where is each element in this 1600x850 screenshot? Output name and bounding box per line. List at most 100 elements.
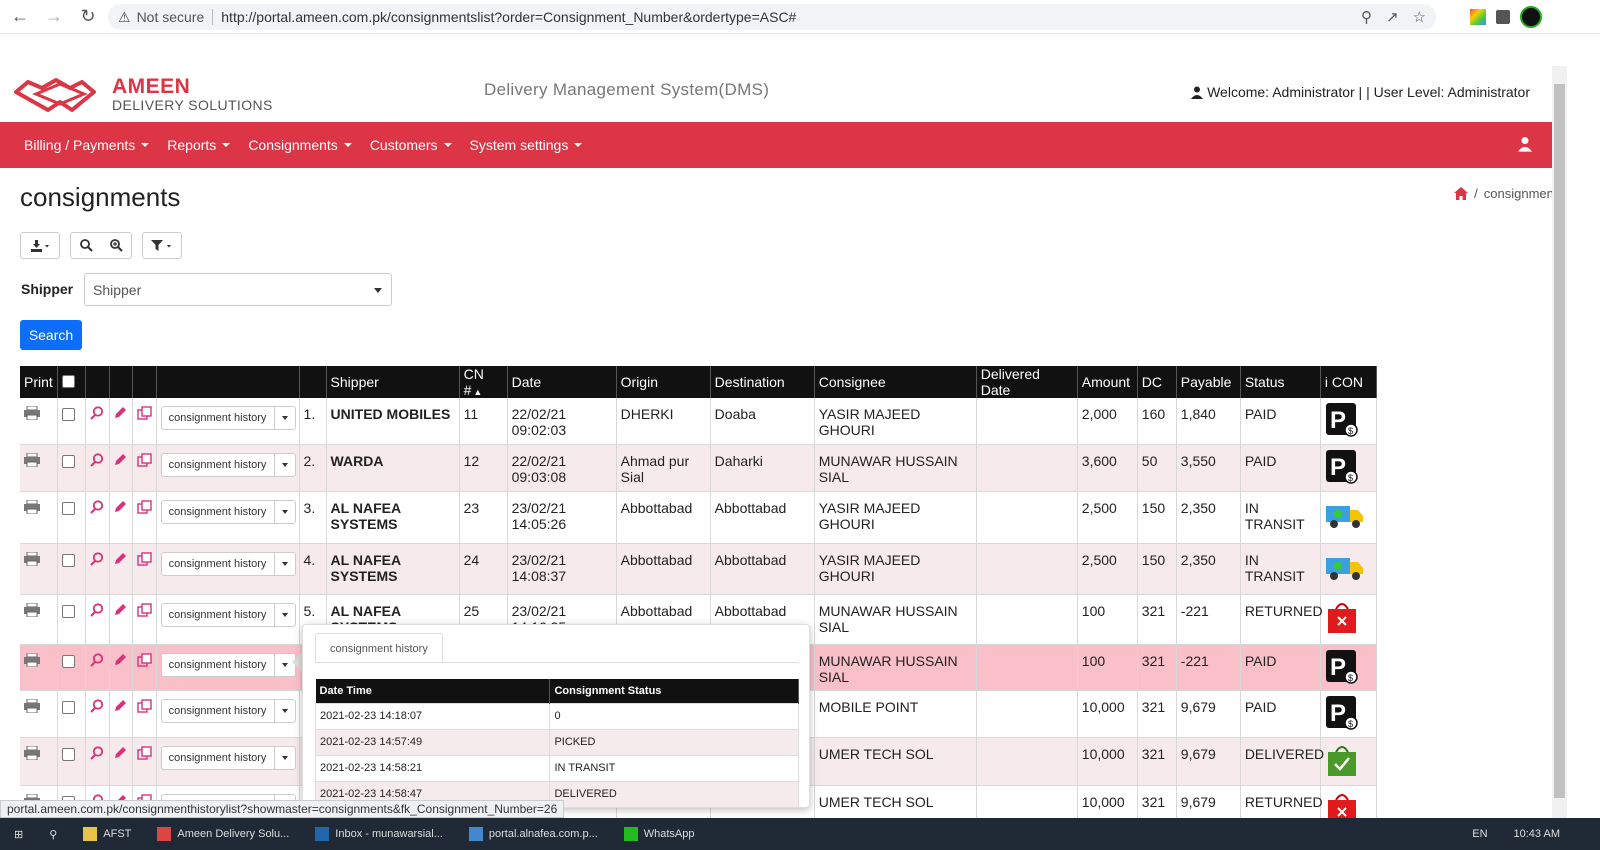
select-all-checkbox[interactable]	[61, 375, 75, 388]
view-magnifier-icon[interactable]	[89, 698, 104, 713]
printer-icon[interactable]	[24, 551, 40, 566]
printer-icon[interactable]	[24, 698, 40, 713]
edit-pencil-icon[interactable]	[114, 552, 127, 565]
advanced-search-button[interactable]	[101, 233, 131, 258]
col-delivered-date[interactable]: Delivered Date	[976, 366, 1078, 398]
copy-icon[interactable]	[136, 652, 152, 667]
puzzle-icon[interactable]	[1496, 10, 1510, 24]
shipper-select[interactable]: Shipper	[84, 273, 392, 306]
edit-pencil-icon[interactable]	[114, 653, 127, 666]
home-icon[interactable]	[1454, 187, 1469, 200]
col-consignee[interactable]: Consignee	[814, 366, 977, 398]
consignment-history-dropdown[interactable]: consignment history	[160, 452, 296, 477]
profile-avatar[interactable]	[1520, 6, 1542, 28]
consignment-history-dropdown[interactable]: consignment history	[160, 499, 296, 524]
edit-pencil-icon[interactable]	[114, 500, 127, 513]
scrollbar-thumb[interactable]	[1554, 84, 1565, 798]
row-checkbox[interactable]	[61, 654, 75, 668]
consignment-history-dropdown[interactable]: consignment history	[160, 652, 296, 677]
copy-icon[interactable]	[136, 499, 152, 514]
row-checkbox[interactable]	[61, 501, 75, 515]
consignee-link[interactable]: YASIR MAJEED GHOURI	[814, 398, 977, 445]
edit-pencil-icon[interactable]	[114, 453, 127, 466]
nav-system-settings[interactable]: System settings	[470, 137, 583, 153]
taskbar-item[interactable]: portal.alnafea.com.p...	[468, 827, 598, 841]
col-dc[interactable]: DC	[1137, 366, 1177, 398]
consignment-history-dropdown[interactable]: consignment history	[160, 602, 296, 627]
col-amount[interactable]: Amount	[1077, 366, 1138, 398]
nav-consignments[interactable]: Consignments	[248, 137, 352, 153]
printer-icon[interactable]	[24, 745, 40, 760]
taskbar-item[interactable]: Inbox - munawarsial...	[315, 827, 443, 841]
col-cn[interactable]: CN # ▲	[459, 366, 508, 398]
view-magnifier-icon[interactable]	[89, 452, 104, 467]
consignee-link[interactable]: YASIR MAJEED GHOURI	[814, 491, 977, 544]
consignee-link[interactable]: MUNAWAR HUSSAIN SIAL	[814, 644, 977, 691]
logo[interactable]: AMEEN DELIVERY SOLUTIONS	[12, 74, 273, 114]
row-checkbox[interactable]	[61, 747, 75, 761]
col-shipper[interactable]: Shipper	[326, 366, 460, 398]
row-checkbox[interactable]	[61, 700, 75, 714]
reload-icon[interactable]: ↻	[74, 3, 102, 31]
view-magnifier-icon[interactable]	[89, 406, 104, 420]
export-button[interactable]	[21, 233, 59, 258]
edit-pencil-icon[interactable]	[114, 746, 127, 759]
language-indicator[interactable]: EN	[1472, 828, 1487, 840]
back-icon[interactable]: ←	[6, 3, 34, 31]
nav-billing-payments[interactable]: Billing / Payments	[24, 137, 150, 153]
copy-icon[interactable]	[136, 406, 152, 420]
nav-reports[interactable]: Reports	[167, 137, 231, 153]
search-toggle-button[interactable]	[71, 233, 101, 258]
consignment-history-dropdown[interactable]: consignment history	[160, 698, 296, 723]
edit-pencil-icon[interactable]	[114, 406, 127, 419]
view-magnifier-icon[interactable]	[89, 551, 104, 566]
consignment-history-dropdown[interactable]: consignment history	[160, 406, 296, 430]
consignment-history-dropdown[interactable]: consignment history	[160, 745, 296, 770]
forward-icon[interactable]: →	[40, 3, 68, 31]
share-icon[interactable]: ↗	[1386, 8, 1399, 26]
printer-icon[interactable]	[24, 652, 40, 667]
copy-icon[interactable]	[136, 551, 152, 566]
consignee-link[interactable]: MOBILE POINT	[814, 690, 977, 738]
taskbar-item[interactable]: WhatsApp	[623, 827, 695, 841]
consignment-history-dropdown[interactable]: consignment history	[160, 551, 296, 576]
clock[interactable]: 10:43 AM	[1514, 828, 1560, 840]
url-text[interactable]: http://portal.ameen.com.pk/consignmentsl…	[221, 9, 796, 25]
view-magnifier-icon[interactable]	[89, 652, 104, 667]
row-checkbox[interactable]	[61, 454, 75, 468]
copy-icon[interactable]	[136, 698, 152, 713]
extension-icon[interactable]	[1470, 9, 1486, 25]
edit-pencil-icon[interactable]	[114, 603, 127, 616]
windows-start-icon[interactable]: ⊞	[14, 828, 23, 841]
view-magnifier-icon[interactable]	[89, 499, 104, 514]
col-date[interactable]: Date	[507, 366, 617, 398]
popup-tab-history[interactable]: consignment history	[315, 633, 443, 663]
row-checkbox[interactable]	[61, 408, 75, 421]
taskbar-search-icon[interactable]: ⚲	[49, 828, 57, 841]
col-destination[interactable]: Destination	[710, 366, 815, 398]
filter-button[interactable]	[143, 233, 181, 258]
row-checkbox[interactable]	[61, 604, 75, 618]
col-payable[interactable]: Payable	[1176, 366, 1241, 398]
consignee-link[interactable]: MUNAWAR HUSSAIN SIAL	[814, 594, 977, 645]
printer-icon[interactable]	[24, 602, 40, 617]
taskbar-item[interactable]: AFST	[83, 827, 131, 841]
consignee-link[interactable]: YASIR MAJEED GHOURI	[814, 543, 977, 595]
search-button[interactable]: Search	[20, 320, 82, 350]
col-status[interactable]: Status	[1240, 366, 1321, 398]
copy-icon[interactable]	[136, 745, 152, 760]
consignee-link[interactable]: MUNAWAR HUSSAIN SIAL	[814, 444, 977, 492]
edit-pencil-icon[interactable]	[114, 699, 127, 712]
printer-icon[interactable]	[24, 499, 40, 514]
col-select-all[interactable]	[57, 366, 86, 398]
consignee-link[interactable]: UMER TECH SOL	[814, 737, 977, 786]
zoom-icon[interactable]: ⚲	[1361, 8, 1372, 26]
col-origin[interactable]: Origin	[616, 366, 711, 398]
view-magnifier-icon[interactable]	[89, 602, 104, 617]
user-menu-icon[interactable]	[1518, 136, 1532, 152]
copy-icon[interactable]	[136, 452, 152, 467]
copy-icon[interactable]	[136, 602, 152, 617]
bookmark-star-icon[interactable]: ☆	[1413, 8, 1426, 26]
taskbar-item[interactable]: Ameen Delivery Solu...	[157, 827, 289, 841]
view-magnifier-icon[interactable]	[89, 745, 104, 760]
